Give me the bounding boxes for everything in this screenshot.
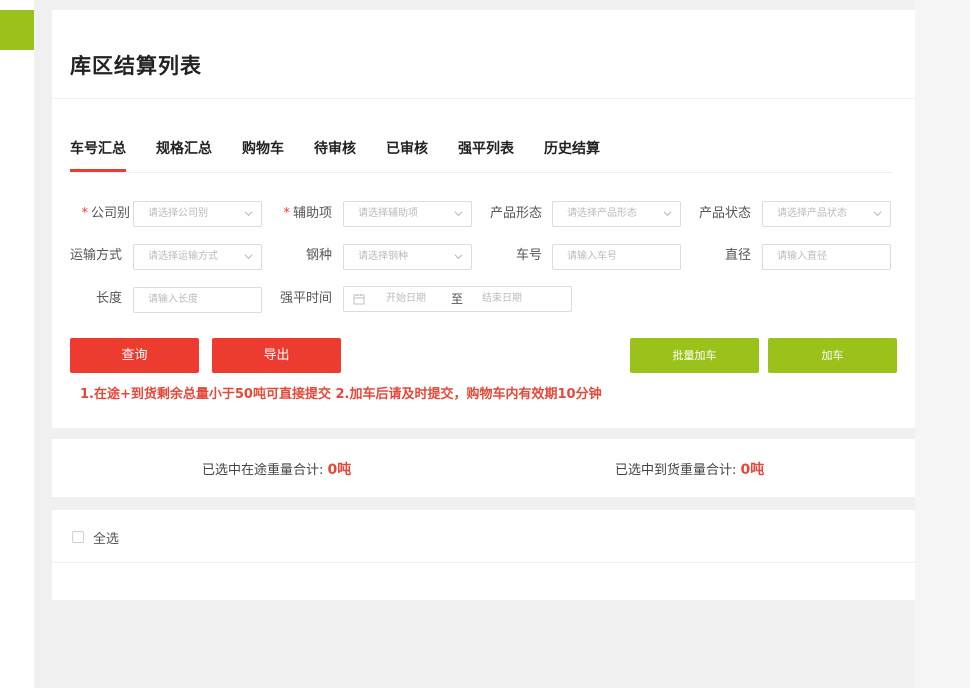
- list-divider: [52, 562, 915, 563]
- diameter-placeholder: 请输入直径: [777, 251, 827, 262]
- calendar-icon: [353, 294, 365, 305]
- transport-label: 运输方式: [69, 248, 122, 263]
- right-gutter: [915, 0, 970, 688]
- summary-card: 已选中在途重量合计: 0吨 已选中到货重量合计: 0吨: [52, 439, 915, 497]
- aux-item-select[interactable]: 请选择辅助项: [343, 201, 472, 227]
- tab-pending-review[interactable]: 待审核: [314, 138, 356, 172]
- query-button[interactable]: 查询: [70, 338, 199, 373]
- tab-history[interactable]: 历史结算: [544, 138, 600, 172]
- transport-select[interactable]: 请选择运输方式: [133, 244, 262, 270]
- product-status-label: 产品状态: [698, 206, 751, 221]
- required-mark: *: [283, 206, 290, 221]
- select-all-checkbox[interactable]: [72, 531, 84, 543]
- car-no-input[interactable]: 请输入车号: [552, 244, 681, 270]
- start-date-input[interactable]: 开始日期: [386, 287, 426, 311]
- tab-spec-summary[interactable]: 规格汇总: [156, 138, 212, 172]
- in-transit-summary: 已选中在途重量合计: 0吨: [202, 459, 351, 479]
- required-mark: *: [81, 206, 88, 221]
- select-all-label[interactable]: 全选: [93, 528, 119, 547]
- tab-reviewed[interactable]: 已审核: [386, 138, 428, 172]
- company-label: * 公司别: [52, 202, 130, 226]
- end-date-input[interactable]: 结束日期: [482, 287, 522, 311]
- transport-placeholder: 请选择运输方式: [148, 251, 218, 262]
- chevron-down-icon: [873, 211, 882, 217]
- chevron-down-icon: [244, 254, 253, 260]
- tabs-divider: [70, 172, 893, 173]
- arrived-label: 已选中到货重量合计:: [615, 463, 737, 478]
- product-status-select[interactable]: 请选择产品状态: [762, 201, 891, 227]
- steel-type-select[interactable]: 请选择钢种: [343, 244, 472, 270]
- title-divider: [52, 98, 915, 99]
- length-input[interactable]: 请输入长度: [133, 287, 262, 313]
- aux-item-placeholder: 请选择辅助项: [358, 208, 418, 219]
- batch-add-cart-button[interactable]: 批量加车: [630, 338, 759, 373]
- chevron-down-icon: [244, 211, 253, 217]
- diameter-label: 直径: [724, 248, 751, 263]
- chevron-down-icon: [454, 211, 463, 217]
- arrived-summary: 已选中到货重量合计: 0吨: [615, 459, 764, 479]
- aux-item-label-text: 辅助项: [292, 206, 332, 221]
- product-status-placeholder: 请选择产品状态: [777, 208, 847, 219]
- length-placeholder: 请输入长度: [148, 294, 198, 305]
- steel-type-label: 钢种: [305, 248, 332, 263]
- date-separator: 至: [451, 292, 464, 306]
- tab-cart[interactable]: 购物车: [242, 138, 284, 172]
- company-select[interactable]: 请选择公司别: [133, 201, 262, 227]
- aux-item-label: * 辅助项: [254, 202, 332, 226]
- list-card: 全选: [52, 510, 915, 600]
- car-no-label: 车号: [515, 248, 542, 263]
- diameter-input[interactable]: 请输入直径: [762, 244, 891, 270]
- company-placeholder: 请选择公司别: [148, 208, 208, 219]
- notice-text: 1.在途+到货剩余总量小于50吨可直接提交 2.加车后请及时提交，购物车内有效期…: [80, 387, 602, 402]
- left-sidebar-strip: [0, 0, 34, 688]
- page-title: 库区结算列表: [70, 54, 202, 78]
- tab-force-list[interactable]: 强平列表: [458, 138, 514, 172]
- arrived-value: 0吨: [740, 462, 765, 478]
- car-no-placeholder: 请输入车号: [567, 251, 617, 262]
- product-form-label: 产品形态: [489, 206, 542, 221]
- product-form-placeholder: 请选择产品形态: [567, 208, 637, 219]
- in-transit-label: 已选中在途重量合计:: [202, 463, 324, 478]
- filter-card: 库区结算列表 车号汇总 规格汇总 购物车 待审核 已审核 强平列表 历史结算 *…: [52, 10, 915, 428]
- force-time-range[interactable]: 开始日期 至 结束日期: [343, 286, 572, 312]
- product-form-select[interactable]: 请选择产品形态: [552, 201, 681, 227]
- export-button[interactable]: 导出: [212, 338, 341, 373]
- force-time-label: 强平时间: [279, 291, 332, 306]
- length-label: 长度: [95, 291, 122, 306]
- steel-type-placeholder: 请选择钢种: [358, 251, 408, 262]
- menu-toggle-accent[interactable]: [0, 10, 34, 50]
- add-cart-button[interactable]: 加车: [768, 338, 897, 373]
- chevron-down-icon: [454, 254, 463, 260]
- in-transit-value: 0吨: [327, 462, 352, 478]
- company-label-text: 公司别: [90, 206, 130, 221]
- tab-car-summary[interactable]: 车号汇总: [70, 138, 126, 172]
- chevron-down-icon: [663, 211, 672, 217]
